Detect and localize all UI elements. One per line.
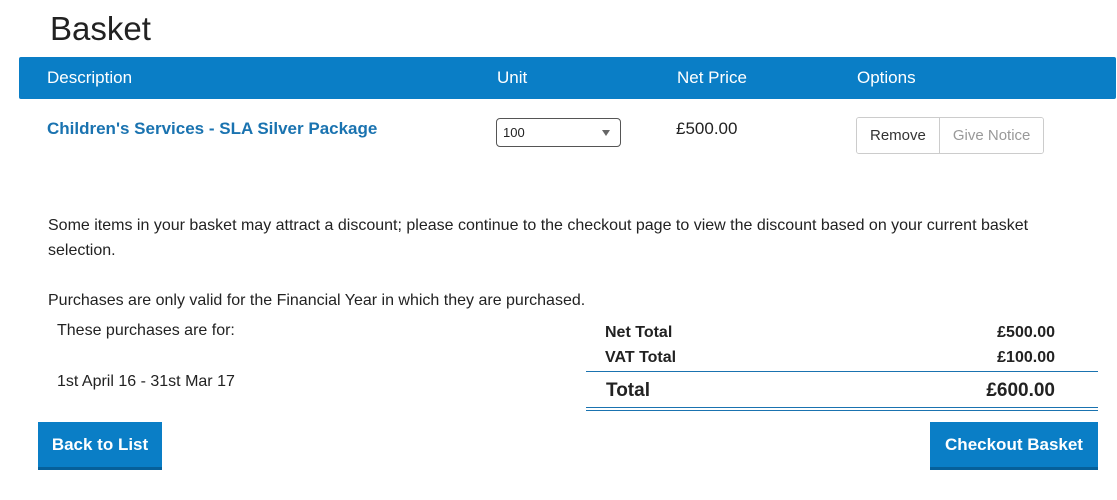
totals-double-rule <box>586 407 1098 411</box>
net-total-row: Net Total £500.00 <box>586 322 1098 347</box>
remove-button[interactable]: Remove <box>857 118 940 153</box>
purchases-for-label: These purchases are for: <box>57 322 235 339</box>
vat-total-value: £100.00 <box>997 349 1055 366</box>
back-to-list-button[interactable]: Back to List <box>38 422 162 470</box>
unit-select-value: 100 <box>503 125 525 140</box>
net-total-value: £500.00 <box>997 324 1055 341</box>
vat-total-row: VAT Total £100.00 <box>586 347 1098 372</box>
header-options: Options <box>857 68 916 87</box>
totals-summary: Net Total £500.00 VAT Total £100.00 Tota… <box>586 322 1098 411</box>
header-net-price: Net Price <box>677 68 747 87</box>
financial-year-note: Purchases are only valid for the Financi… <box>48 292 586 309</box>
basket-item-link[interactable]: Children's Services - SLA Silver Package <box>47 119 377 139</box>
unit-select[interactable]: 100 <box>496 118 621 147</box>
page-title: Basket <box>50 10 151 47</box>
item-options: Remove Give Notice <box>856 117 1045 154</box>
header-description: Description <box>47 68 133 87</box>
grand-total-row: Total £600.00 <box>586 372 1098 407</box>
give-notice-button[interactable]: Give Notice <box>939 118 1044 153</box>
vat-total-label: VAT Total <box>605 349 677 366</box>
grand-total-label: Total <box>606 380 650 401</box>
checkout-basket-button[interactable]: Checkout Basket <box>930 422 1098 470</box>
basket-table-header: Description Unit Net Price Options <box>19 57 1116 99</box>
discount-note: Some items in your basket may attract a … <box>48 217 1029 259</box>
chevron-down-icon <box>602 130 610 136</box>
grand-total-value: £600.00 <box>986 380 1055 401</box>
net-total-label: Net Total <box>605 324 673 341</box>
purchase-date-range: 1st April 16 - 31st Mar 17 <box>57 373 235 390</box>
header-unit: Unit <box>497 68 528 87</box>
item-net-price: £500.00 <box>676 119 738 138</box>
